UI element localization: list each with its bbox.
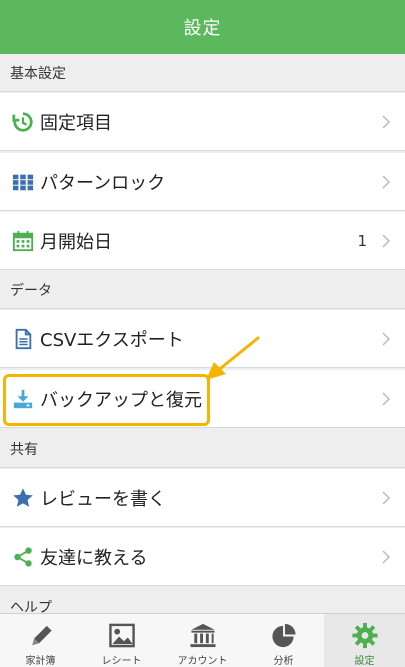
chevron-right-icon [382, 391, 391, 406]
tab-household-budget[interactable]: 家計簿 [0, 614, 81, 667]
tab-label: 設定 [354, 656, 375, 667]
image-icon [108, 623, 135, 648]
gear-icon [351, 622, 378, 649]
setting-pattern-lock[interactable]: パターンロック [0, 153, 405, 211]
tab-label: 分析 [273, 656, 294, 667]
tab-label: レシート [101, 656, 142, 667]
chevron-right-icon [382, 174, 391, 189]
section-title: 共有 [10, 441, 38, 458]
chevron-right-icon [382, 490, 391, 505]
tab-analysis[interactable]: 分析 [243, 614, 324, 667]
tab-receipt[interactable]: レシート [81, 614, 162, 667]
arrow-icon [206, 336, 260, 380]
setting-fixed-items[interactable]: 固定項目 [0, 93, 405, 151]
tab-label: アカウント [177, 656, 228, 667]
section-header-share: 共有 [0, 430, 405, 468]
pie-chart-icon [271, 623, 296, 648]
setting-month-start[interactable]: 月開始日 1 [0, 212, 405, 270]
grid-icon [12, 171, 34, 193]
setting-label: レビューを書く [40, 488, 166, 510]
chevron-right-icon [382, 549, 391, 564]
section-header-data: データ [0, 271, 405, 309]
share-icon [12, 546, 34, 568]
section-title: 基本設定 [10, 65, 66, 82]
month-start-value: 1 [357, 231, 367, 250]
setting-write-review[interactable]: レビューを書く [0, 469, 405, 527]
document-icon [12, 328, 34, 350]
bottom-tab-bar: 家計簿 レシート アカウント 分析 設定 [0, 613, 405, 667]
tab-account[interactable]: アカウント [162, 614, 243, 667]
setting-label: パターンロック [40, 172, 166, 194]
chevron-right-icon [382, 233, 391, 248]
section-header-basic: 基本設定 [0, 54, 405, 92]
section-title: データ [10, 282, 52, 299]
pencil-icon [31, 625, 52, 646]
bank-icon [189, 623, 216, 648]
setting-label: 友達に教える [40, 547, 148, 569]
setting-label: 固定項目 [40, 112, 112, 134]
tab-settings[interactable]: 設定 [324, 614, 405, 667]
star-icon [12, 487, 34, 509]
page-title: 設定 [183, 18, 222, 39]
chevron-right-icon [382, 331, 391, 346]
history-icon [12, 111, 34, 133]
setting-label: バックアップと復元 [40, 389, 202, 411]
setting-tell-friends[interactable]: 友達に教える [0, 528, 405, 586]
calendar-icon [12, 230, 34, 252]
chevron-right-icon [382, 114, 391, 129]
tab-label: 家計簿 [25, 656, 56, 667]
setting-label: 月開始日 [40, 231, 112, 253]
app-header: 設定 [0, 0, 405, 54]
download-icon [12, 388, 34, 410]
